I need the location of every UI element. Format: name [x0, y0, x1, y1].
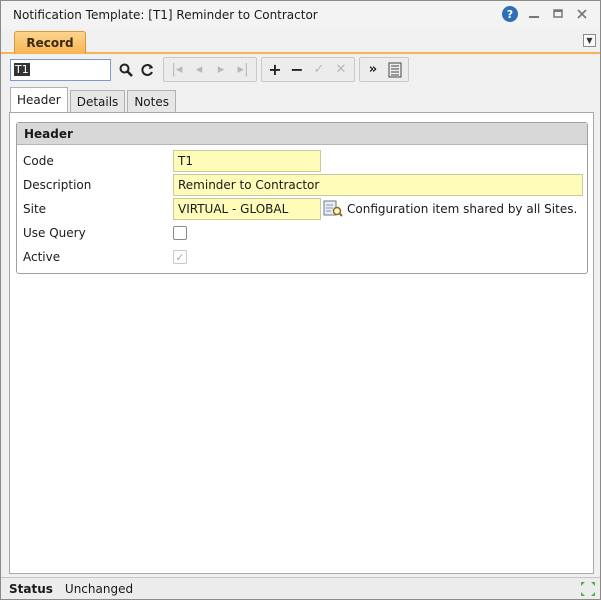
shared-site-note: Configuration item shared by all Sites.	[347, 202, 578, 216]
tab-details[interactable]: Details	[69, 90, 126, 112]
previous-record-icon[interactable]: ◂	[188, 59, 210, 81]
tab-content-area: Header Code T1 Description Reminder to C…	[9, 112, 594, 574]
active-label: Active	[23, 250, 61, 264]
notification-template-window: Notification Template: [T1] Reminder to …	[0, 0, 601, 600]
edit-group: + − ✓ ✕	[261, 57, 355, 82]
window-title: Notification Template: [T1] Reminder to …	[13, 8, 318, 22]
save-check-icon[interactable]: ✓	[308, 59, 330, 81]
expand-icon[interactable]	[580, 581, 596, 597]
code-label: Code	[23, 154, 54, 168]
add-record-icon[interactable]: +	[264, 59, 286, 81]
status-label: Status	[9, 581, 53, 596]
delete-record-icon[interactable]: −	[286, 59, 308, 81]
close-icon[interactable]	[574, 6, 590, 22]
status-bar: Status Unchanged	[1, 577, 600, 599]
code-row: Code T1	[23, 150, 583, 172]
description-field[interactable]: Reminder to Contractor	[173, 174, 583, 196]
ribbon-tab-strip: Record ▼	[1, 29, 600, 54]
content-tabs: Header Details Notes	[10, 87, 178, 112]
tab-header[interactable]: Header	[10, 87, 68, 112]
record-tab[interactable]: Record	[14, 31, 86, 54]
chevron-down-icon[interactable]: ▼	[583, 34, 596, 47]
list-view-icon[interactable]	[384, 59, 406, 81]
title-bar: Notification Template: [T1] Reminder to …	[1, 1, 600, 29]
next-record-icon[interactable]: ▸	[210, 59, 232, 81]
first-record-icon[interactable]: |◂	[166, 59, 188, 81]
header-panel: Header Code T1 Description Reminder to C…	[16, 122, 588, 274]
status-value: Unchanged	[64, 581, 134, 596]
use-query-label: Use Query	[23, 226, 86, 240]
record-toolbar: T1 |◂ ◂ ▸ ▸| + − ✓ ✕ »	[10, 57, 409, 82]
site-lookup-icon[interactable]	[323, 200, 343, 218]
panel-title: Header	[17, 123, 587, 145]
cancel-x-icon[interactable]: ✕	[330, 59, 352, 81]
more-group: »	[359, 57, 409, 82]
search-value[interactable]: T1	[14, 63, 30, 76]
site-field[interactable]: VIRTUAL - GLOBAL	[173, 198, 321, 220]
description-row: Description Reminder to Contractor	[23, 174, 583, 196]
use-query-checkbox[interactable]	[173, 226, 187, 240]
search-icon[interactable]	[115, 59, 137, 81]
help-icon[interactable]: ?	[502, 6, 518, 22]
active-checkbox[interactable]: ✓	[173, 250, 187, 264]
window-controls: ?	[502, 6, 590, 22]
code-field[interactable]: T1	[173, 150, 321, 172]
use-query-row: Use Query	[23, 222, 583, 244]
record-search-field[interactable]: T1	[10, 58, 111, 81]
more-actions-icon[interactable]: »	[362, 59, 384, 81]
refresh-icon[interactable]	[137, 59, 159, 81]
active-row: Active ✓	[23, 246, 583, 268]
site-label: Site	[23, 202, 47, 216]
restore-icon[interactable]	[550, 6, 566, 22]
tab-notes[interactable]: Notes	[127, 90, 176, 112]
minimize-icon[interactable]	[526, 6, 542, 22]
navigation-group: |◂ ◂ ▸ ▸|	[163, 57, 257, 82]
description-label: Description	[23, 178, 92, 192]
site-row: Site VIRTUAL - GLOBAL Configuration item…	[23, 198, 583, 220]
last-record-icon[interactable]: ▸|	[232, 59, 254, 81]
